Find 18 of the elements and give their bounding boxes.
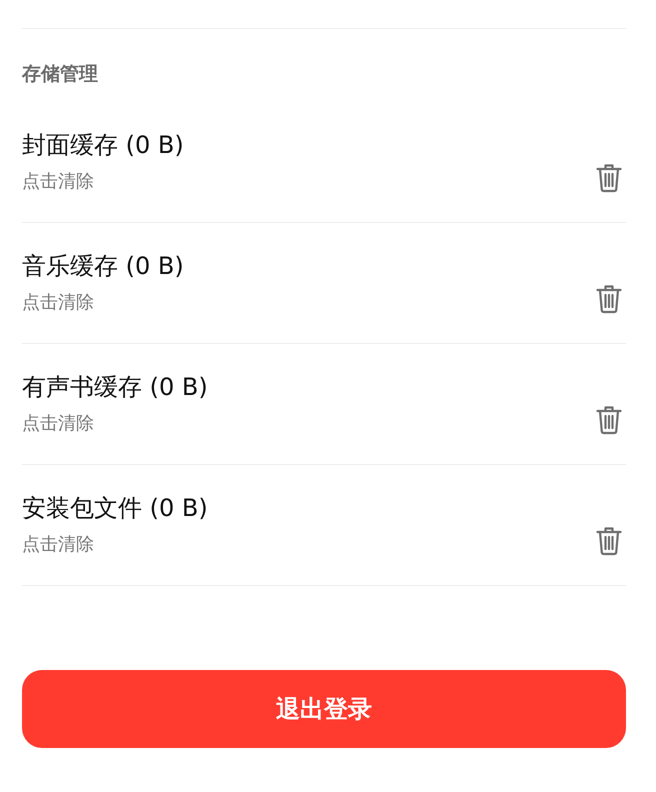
item-subtitle: 点击清除 — [22, 170, 95, 194]
item-title: 安装包文件 (0 B) — [22, 493, 209, 524]
logout-button[interactable]: 退出登录 — [22, 670, 626, 748]
item-subtitle: 点击清除 — [22, 291, 95, 315]
item-title: 音乐缓存 (0 B) — [22, 251, 185, 282]
list-item[interactable]: 封面缓存 (0 B) 点击清除 — [22, 102, 626, 223]
item-subtitle: 点击清除 — [22, 533, 95, 557]
item-title: 有声书缓存 (0 B) — [22, 372, 209, 403]
trash-icon[interactable] — [596, 526, 622, 556]
trash-icon[interactable] — [596, 284, 622, 314]
trash-icon[interactable] — [596, 163, 622, 193]
list-item[interactable]: 有声书缓存 (0 B) 点击清除 — [22, 344, 626, 465]
item-title: 封面缓存 (0 B) — [22, 130, 185, 161]
list-item[interactable]: 安装包文件 (0 B) 点击清除 — [22, 465, 626, 586]
section-title: 存储管理 — [22, 62, 98, 86]
item-subtitle: 点击清除 — [22, 412, 95, 436]
list-item[interactable]: 音乐缓存 (0 B) 点击清除 — [22, 223, 626, 344]
trash-icon[interactable] — [596, 405, 622, 435]
